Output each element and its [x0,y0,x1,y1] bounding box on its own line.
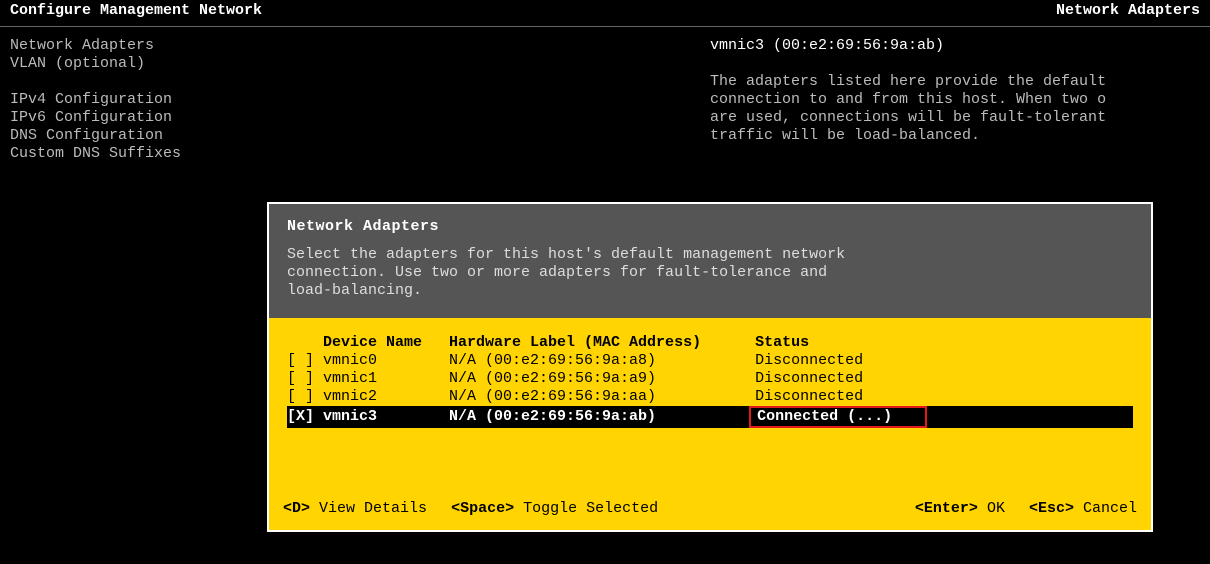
divider [0,26,1210,27]
network-adapters-dialog: Network Adapters Select the adapters for… [267,202,1153,532]
info-text-line: traffic will be load-balanced. [710,127,1200,145]
adapter-table: Device Name Hardware Label (MAC Address)… [287,334,1133,428]
right-info-panel: vmnic3 (00:e2:69:56:9a:ab) The adapters … [710,37,1200,163]
page-title-left: Configure Management Network [10,2,262,20]
dialog-footer: <D> View Details <Space> Toggle Selected… [269,490,1151,530]
dialog-title: Network Adapters [287,218,1133,236]
page-title-right: Network Adapters [1056,2,1200,20]
table-row[interactable]: [X] vmnic3 N/A (00:e2:69:56:9a:ab) Conne… [287,406,1133,428]
selected-adapter-title: vmnic3 (00:e2:69:56:9a:ab) [710,37,1200,55]
left-menu-item[interactable]: VLAN (optional) [10,55,710,73]
left-menu-item[interactable]: DNS Configuration [10,127,710,145]
info-text-line: The adapters listed here provide the def… [710,73,1200,91]
ok-hint[interactable]: <Enter> OK [915,500,1005,518]
left-menu: Network AdaptersVLAN (optional) IPv4 Con… [10,37,710,163]
info-text-line: are used, connections will be fault-tole… [710,109,1200,127]
left-menu-item[interactable]: IPv6 Configuration [10,109,710,127]
left-menu-item[interactable]: Network Adapters [10,37,710,55]
table-row[interactable]: [ ] vmnic0 N/A (00:e2:69:56:9a:a8) Disco… [287,352,1133,370]
left-menu-item[interactable]: Custom DNS Suffixes [10,145,710,163]
info-text-line: connection to and from this host. When t… [710,91,1200,109]
dialog-description: Select the adapters for this host's defa… [287,246,1133,300]
table-row[interactable]: [ ] vmnic2 N/A (00:e2:69:56:9a:aa) Disco… [287,388,1133,406]
view-details-hint[interactable]: <D> View Details [283,500,427,518]
table-row[interactable]: [ ] vmnic1 N/A (00:e2:69:56:9a:a9) Disco… [287,370,1133,388]
left-menu-item[interactable]: IPv4 Configuration [10,91,710,109]
table-header: Device Name Hardware Label (MAC Address)… [287,334,1133,352]
toggle-selected-hint[interactable]: <Space> Toggle Selected [451,500,658,518]
left-menu-item[interactable] [10,73,710,91]
cancel-hint[interactable]: <Esc> Cancel [1029,500,1137,518]
status-highlight: Connected (...) [749,406,927,428]
